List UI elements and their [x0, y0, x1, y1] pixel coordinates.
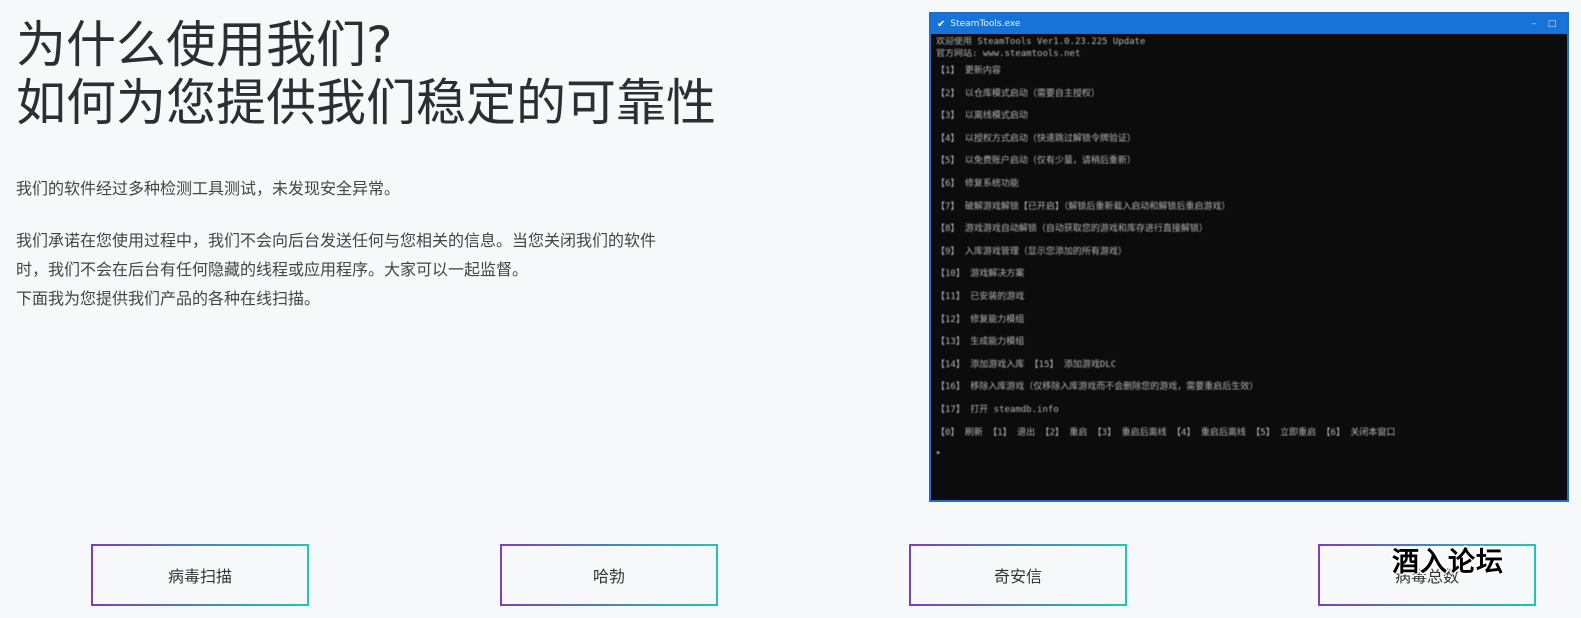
qianxin-button[interactable]: 奇安信: [909, 544, 1127, 606]
console-menu-line: 【16】 移除入库游戏（仅移除入库游戏而不会删除您的游戏，需要重启后生效）: [936, 382, 1259, 393]
console-menu-line: 【12】 修复能力模组: [936, 314, 1025, 325]
page-heading: 为什么使用我们? 如何为您提供我们稳定的可靠性: [16, 16, 716, 132]
console-menu-line: 【13】 生成能力模组: [936, 337, 1025, 348]
heading-line-2: 如何为您提供我们稳定的可靠性: [16, 74, 716, 132]
privacy-statement: 我们承诺在您使用过程中，我们不会向后台发送任何与您相关的信息。当您关闭我们的软件…: [16, 226, 796, 313]
console-menu-line: 【4】 以授权方式启动（快速跳过解锁令牌验证）: [936, 133, 1136, 144]
console-menu-line: 【8】 游戏游戏自动解锁（自动获取您的游戏和库存进行直接解锁）: [936, 224, 1208, 235]
console-menu-line: 【10】 游戏解决方案: [936, 269, 1025, 280]
console-menu-line: 【0】 刷新 【1】 退出 【2】 重启 【3】 重启后离线 【4】 重启后离线…: [936, 427, 1396, 438]
console-menu-line: 【3】 以离线模式启动: [936, 111, 1028, 122]
heading-line-1: 为什么使用我们?: [16, 16, 393, 74]
maximize-icon: □: [1547, 19, 1557, 29]
console-menu-line: 【6】 修复系统功能: [936, 178, 1019, 189]
console-prompt: ▸: [936, 448, 942, 459]
minimize-icon: –: [1531, 19, 1537, 29]
console-screenshot: ✔ SteamTools.exe – □ 欢迎使用 SteamTools Ver…: [929, 12, 1569, 502]
console-menu-line: 【1】 更新内容: [936, 66, 1001, 76]
console-menu-line: 【17】 打开 steamdb.info: [936, 404, 1059, 415]
console-menu-line: 【7】 破解游戏解锁【已开启】（解锁后重新载入启动和解锁后重启游戏）: [936, 201, 1231, 212]
console-title: SteamTools.exe: [950, 19, 1021, 29]
console-titlebar: ✔ SteamTools.exe – □: [931, 14, 1567, 34]
console-app-icon: ✔: [937, 18, 946, 30]
console-header-line: 欢迎使用 SteamTools Ver1.0.23.225 Update: [936, 37, 1146, 47]
console-menu-line: 【14】 添加游戏入库 【15】 添加游戏DLC: [936, 359, 1117, 370]
virus-scan-button[interactable]: 病毒扫描: [91, 544, 309, 606]
console-output: 欢迎使用 SteamTools Ver1.0.23.225 Update 官方网…: [931, 34, 1567, 463]
console-header-line: 官方网站: www.steamtools.net: [936, 48, 1081, 59]
console-menu-line: 【9】 入库游戏管理（显示您添加的所有游戏）: [936, 246, 1127, 257]
privacy-line-1: 我们承诺在您使用过程中，我们不会向后台发送任何与您相关的信息。当您关闭我们的软件: [16, 231, 657, 250]
privacy-line-2: 时，我们不会在后台有任何隐藏的线程或应用程序。大家可以一起监督。: [16, 260, 529, 279]
safety-statement: 我们的软件经过多种检测工具测试，未发现安全异常。: [16, 179, 401, 198]
forum-watermark: 酒入论坛: [1392, 547, 1504, 578]
scan-intro: 下面我为您提供我们产品的各种在线扫描。: [16, 289, 321, 308]
habo-button[interactable]: 哈勃: [500, 544, 718, 606]
console-menu-line: 【11】 已安装的游戏: [936, 291, 1025, 302]
console-menu-line: 【2】 以仓库模式启动（需要自主授权）: [936, 88, 1100, 99]
console-menu-line: 【5】 以免费账户启动（仅有少量，请稍后重新）: [936, 156, 1136, 167]
